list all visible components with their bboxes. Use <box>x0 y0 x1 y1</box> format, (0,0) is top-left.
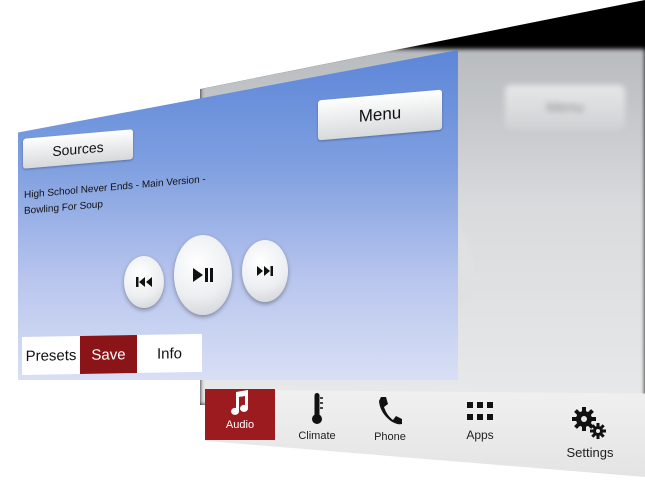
music-note-icon <box>231 390 249 415</box>
sources-button[interactable]: Sources <box>23 129 133 169</box>
gears-icon <box>572 407 606 439</box>
nav-settings[interactable]: Settings <box>555 405 625 460</box>
nav-climate-label: Climate <box>298 430 336 442</box>
presets-tab[interactable]: Presets <box>22 336 80 375</box>
phone-icon <box>379 397 402 425</box>
apps-grid-icon <box>467 402 493 420</box>
previous-track-icon <box>136 277 152 287</box>
background-menu-button: Menu <box>505 85 625 130</box>
save-tab[interactable]: Save <box>80 334 137 374</box>
thermometer-icon <box>312 393 323 424</box>
nav-settings-label: Settings <box>566 445 614 460</box>
nav-audio-label: Audio <box>225 419 255 431</box>
previous-track-button[interactable] <box>124 256 164 308</box>
menu-button[interactable]: Menu <box>318 89 442 141</box>
nav-apps[interactable]: Apps <box>450 400 510 442</box>
now-playing: High School Never Ends - Main Version - … <box>24 172 206 220</box>
play-pause-button[interactable] <box>174 235 232 315</box>
nav-phone[interactable]: Phone <box>360 395 420 443</box>
nav-phone-label: Phone <box>374 431 406 443</box>
next-track-icon <box>257 266 273 276</box>
audio-tabs: Presets Save Info <box>22 333 202 375</box>
nav-apps-label: Apps <box>466 428 494 442</box>
audio-screen: Menu Sources High School Never Ends - Ma… <box>18 50 458 380</box>
play-pause-icon <box>193 268 213 282</box>
nav-audio[interactable]: Audio <box>205 389 275 440</box>
info-tab[interactable]: Info <box>137 334 202 373</box>
nav-climate[interactable]: Climate <box>287 392 347 442</box>
next-track-button[interactable] <box>242 240 288 302</box>
